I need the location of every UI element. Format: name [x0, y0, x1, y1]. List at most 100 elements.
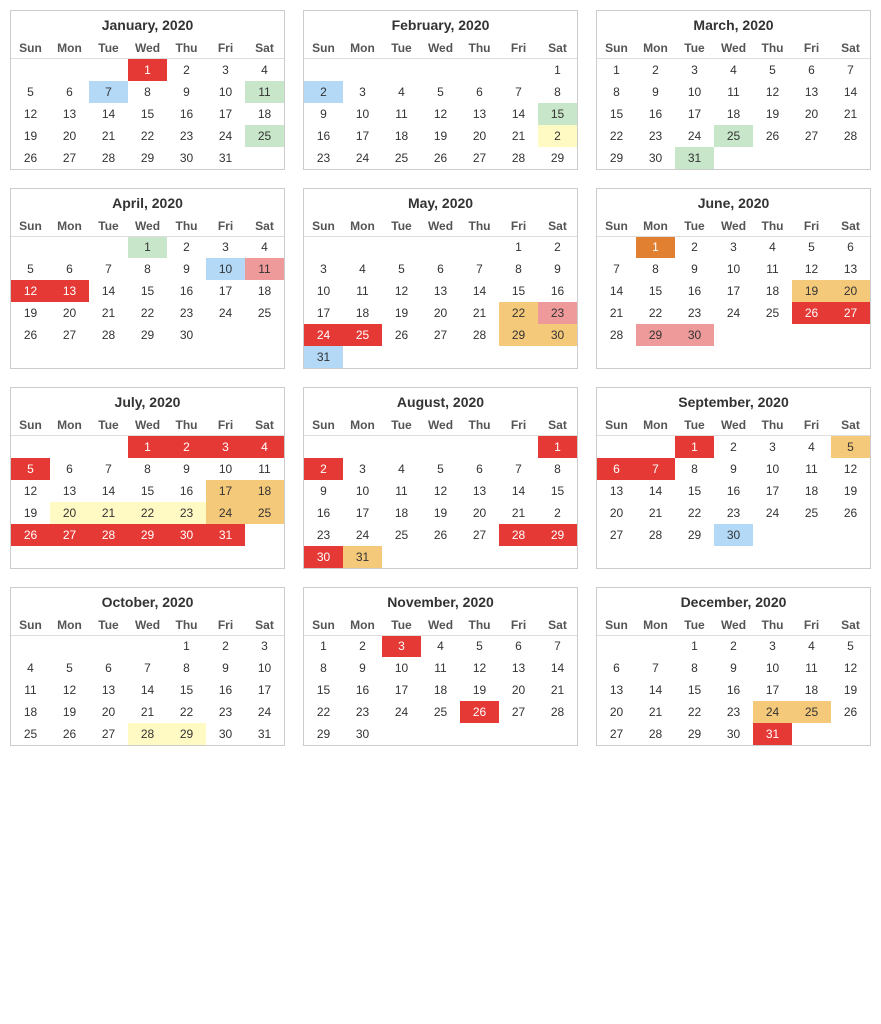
calendar-day[interactable]: 3 [675, 59, 714, 81]
calendar-day[interactable] [753, 147, 792, 169]
calendar-day[interactable]: 27 [421, 324, 460, 346]
calendar-day[interactable]: 22 [304, 701, 343, 723]
calendar-day[interactable]: 8 [499, 258, 538, 280]
calendar-day[interactable]: 25 [714, 125, 753, 147]
calendar-day[interactable]: 23 [343, 701, 382, 723]
calendar-day[interactable]: 12 [11, 103, 50, 125]
calendar-day[interactable]: 23 [304, 524, 343, 546]
calendar-day[interactable]: 30 [675, 324, 714, 346]
calendar-day[interactable]: 27 [50, 324, 89, 346]
calendar-day[interactable]: 2 [538, 125, 577, 147]
calendar-day[interactable]: 17 [206, 480, 245, 502]
calendar-day[interactable] [11, 236, 50, 258]
calendar-day[interactable]: 2 [206, 635, 245, 657]
calendar-day[interactable] [343, 236, 382, 258]
calendar-day[interactable]: 7 [499, 458, 538, 480]
calendar-day[interactable] [460, 236, 499, 258]
calendar-day[interactable]: 16 [304, 125, 343, 147]
calendar-day[interactable]: 4 [343, 258, 382, 280]
calendar-day[interactable] [50, 236, 89, 258]
calendar-day[interactable] [304, 436, 343, 458]
calendar-day[interactable]: 11 [792, 458, 831, 480]
calendar-day[interactable]: 17 [343, 125, 382, 147]
calendar-day[interactable]: 26 [421, 524, 460, 546]
calendar-day[interactable]: 10 [206, 81, 245, 103]
calendar-day[interactable]: 7 [538, 635, 577, 657]
calendar-day[interactable]: 28 [499, 147, 538, 169]
calendar-day[interactable]: 28 [89, 147, 128, 169]
calendar-day[interactable]: 17 [206, 280, 245, 302]
calendar-day[interactable]: 19 [11, 125, 50, 147]
calendar-day[interactable]: 22 [675, 502, 714, 524]
calendar-day[interactable]: 9 [538, 258, 577, 280]
calendar-day[interactable]: 8 [128, 458, 167, 480]
calendar-day[interactable] [460, 546, 499, 568]
calendar-day[interactable]: 12 [421, 480, 460, 502]
calendar-day[interactable] [245, 324, 284, 346]
calendar-day[interactable]: 2 [675, 236, 714, 258]
calendar-day[interactable]: 16 [714, 679, 753, 701]
calendar-day[interactable]: 22 [128, 502, 167, 524]
calendar-day[interactable]: 28 [128, 723, 167, 745]
calendar-day[interactable]: 21 [538, 679, 577, 701]
calendar-day[interactable]: 20 [89, 701, 128, 723]
calendar-day[interactable]: 2 [538, 502, 577, 524]
calendar-day[interactable]: 5 [421, 458, 460, 480]
calendar-day[interactable]: 29 [128, 147, 167, 169]
calendar-day[interactable]: 20 [499, 679, 538, 701]
calendar-day[interactable]: 28 [89, 524, 128, 546]
calendar-day[interactable]: 3 [206, 436, 245, 458]
calendar-day[interactable]: 3 [206, 236, 245, 258]
calendar-day[interactable] [714, 324, 753, 346]
calendar-day[interactable]: 17 [304, 302, 343, 324]
calendar-day[interactable]: 21 [89, 502, 128, 524]
calendar-day[interactable]: 10 [382, 657, 421, 679]
calendar-day[interactable]: 12 [382, 280, 421, 302]
calendar-day[interactable]: 11 [382, 480, 421, 502]
calendar-day[interactable]: 17 [753, 480, 792, 502]
calendar-day[interactable] [343, 436, 382, 458]
calendar-day[interactable]: 2 [167, 436, 206, 458]
calendar-day[interactable]: 29 [597, 147, 636, 169]
calendar-day[interactable]: 18 [343, 302, 382, 324]
calendar-day[interactable] [831, 147, 870, 169]
calendar-day[interactable]: 29 [167, 723, 206, 745]
calendar-day[interactable]: 20 [50, 502, 89, 524]
calendar-day[interactable]: 16 [167, 103, 206, 125]
calendar-day[interactable]: 6 [50, 81, 89, 103]
calendar-day[interactable]: 7 [499, 81, 538, 103]
calendar-day[interactable]: 13 [50, 480, 89, 502]
calendar-day[interactable]: 6 [50, 458, 89, 480]
calendar-day[interactable]: 12 [11, 480, 50, 502]
calendar-day[interactable]: 19 [11, 302, 50, 324]
calendar-day[interactable]: 11 [382, 103, 421, 125]
calendar-day[interactable]: 6 [50, 258, 89, 280]
calendar-day[interactable]: 9 [206, 657, 245, 679]
calendar-day[interactable]: 29 [499, 324, 538, 346]
calendar-day[interactable]: 24 [343, 147, 382, 169]
calendar-day[interactable]: 26 [792, 302, 831, 324]
calendar-day[interactable]: 22 [128, 125, 167, 147]
calendar-day[interactable]: 19 [50, 701, 89, 723]
calendar-day[interactable]: 26 [11, 324, 50, 346]
calendar-day[interactable]: 14 [499, 480, 538, 502]
calendar-day[interactable]: 24 [753, 502, 792, 524]
calendar-day[interactable]: 6 [89, 657, 128, 679]
calendar-day[interactable] [499, 723, 538, 745]
calendar-day[interactable]: 21 [89, 302, 128, 324]
calendar-day[interactable]: 13 [421, 280, 460, 302]
calendar-day[interactable]: 23 [636, 125, 675, 147]
calendar-day[interactable]: 20 [460, 502, 499, 524]
calendar-day[interactable]: 27 [597, 524, 636, 546]
calendar-day[interactable]: 4 [245, 59, 284, 81]
calendar-day[interactable]: 21 [460, 302, 499, 324]
calendar-day[interactable]: 14 [499, 103, 538, 125]
calendar-day[interactable]: 16 [206, 679, 245, 701]
calendar-day[interactable]: 9 [167, 458, 206, 480]
calendar-day[interactable] [11, 59, 50, 81]
calendar-day[interactable]: 3 [206, 59, 245, 81]
calendar-day[interactable]: 13 [460, 480, 499, 502]
calendar-day[interactable]: 27 [50, 147, 89, 169]
calendar-day[interactable]: 27 [792, 125, 831, 147]
calendar-day[interactable]: 1 [538, 59, 577, 81]
